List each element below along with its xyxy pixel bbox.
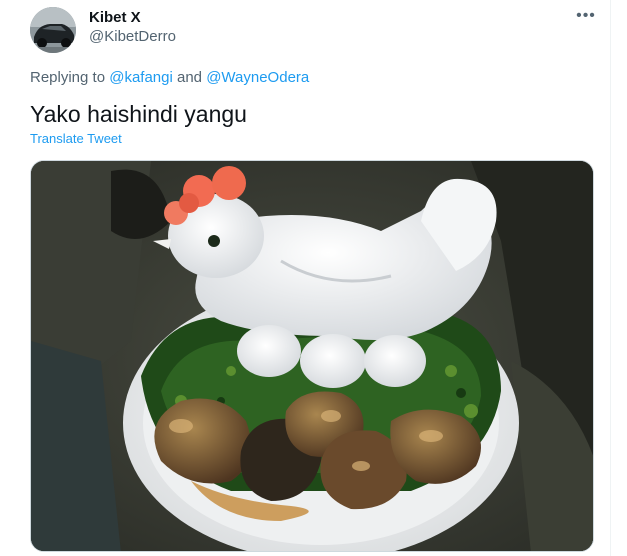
translate-tweet-link[interactable]: Translate Tweet — [30, 131, 122, 146]
tweet: Kibet X @KibetDerro ••• Replying to @kaf… — [0, 0, 627, 556]
avatar[interactable] — [30, 7, 76, 53]
tweet-photo[interactable] — [30, 160, 594, 552]
more-horizontal-icon: ••• — [576, 7, 596, 24]
author-handle[interactable]: @KibetDerro — [89, 28, 176, 45]
tweet-text: Yako haishindi yangu — [30, 101, 247, 127]
column-divider — [610, 0, 611, 556]
hen-shaped-rice-plate-photo — [31, 161, 593, 551]
replying-to-prefix: Replying to — [30, 69, 106, 86]
mention-link-wayneodera[interactable]: @WayneOdera — [206, 69, 309, 86]
avatar-car-photo — [30, 7, 76, 53]
author-display-name[interactable]: Kibet X — [89, 9, 141, 26]
mention-link-kafangi[interactable]: @kafangi — [109, 69, 173, 86]
replying-to-joiner: and — [177, 69, 203, 86]
replying-to-line: Replying to @kafangi and @WayneOdera — [30, 69, 309, 86]
more-options-button[interactable]: ••• — [574, 6, 598, 26]
